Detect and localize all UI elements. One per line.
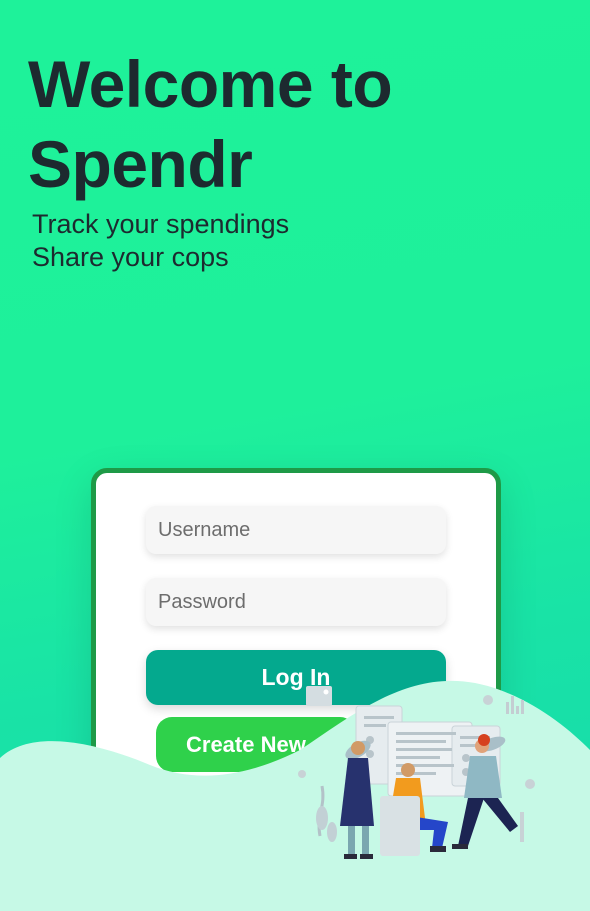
welcome-heading: Welcome to Spendr — [28, 44, 393, 204]
tagline: Track your spendings Share your cops — [32, 208, 289, 274]
username-input[interactable] — [146, 506, 446, 554]
team-collaboration-illustration — [298, 686, 535, 859]
app-name: Spendr — [28, 127, 253, 201]
password-input[interactable] — [146, 578, 446, 626]
tagline-line2: Share your cops — [32, 242, 229, 272]
welcome-heading-line1: Welcome to — [28, 47, 393, 121]
tagline-line1: Track your spendings — [32, 209, 290, 239]
